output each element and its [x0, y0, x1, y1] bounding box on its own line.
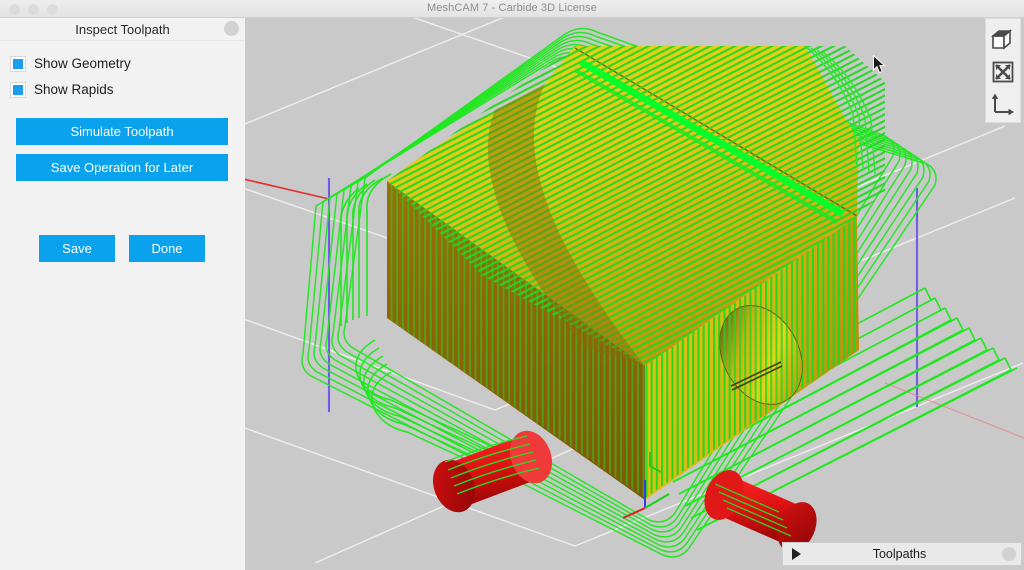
- traffic-light-group: [9, 4, 58, 15]
- window-titlebar: MeshCAM 7 - Carbide 3D License: [0, 0, 1024, 18]
- minimize-button-icon[interactable]: [28, 4, 39, 15]
- save-button[interactable]: Save: [39, 235, 115, 262]
- cube-icon: [991, 29, 1013, 50]
- checkbox-row-show-rapids[interactable]: Show Rapids: [0, 77, 245, 102]
- toolpaths-label: Toolpaths: [872, 547, 927, 561]
- panel-collapse-knob[interactable]: [224, 21, 239, 36]
- save-operation-for-later-button[interactable]: Save Operation for Later: [16, 154, 228, 181]
- simulate-toolpath-button[interactable]: Simulate Toolpath: [16, 118, 228, 145]
- close-button-icon[interactable]: [9, 4, 20, 15]
- done-button[interactable]: Done: [129, 235, 205, 262]
- panel-header: Inspect Toolpath: [0, 18, 245, 40]
- show-geometry-checkbox[interactable]: [11, 56, 25, 71]
- fit-to-window-button[interactable]: [988, 56, 1018, 88]
- show-axes-button[interactable]: [988, 88, 1018, 120]
- window-title: MeshCAM 7 - Carbide 3D License: [427, 2, 597, 14]
- fit-screen-icon: [992, 61, 1014, 83]
- panel-divider: [0, 40, 245, 41]
- page-title: Inspect Toolpath: [75, 21, 170, 37]
- toolpath-render: [245, 18, 1024, 570]
- axes-icon: [991, 93, 1014, 116]
- view-toolbar: [985, 18, 1021, 123]
- isometric-view-button[interactable]: [988, 24, 1018, 56]
- checkbox-row-show-geometry[interactable]: Show Geometry: [0, 51, 245, 76]
- inspect-toolpath-panel: Inspect Toolpath Show Geometry Show Rapi…: [0, 18, 245, 570]
- toolpaths-panel-bar[interactable]: Toolpaths: [782, 542, 1022, 566]
- meshcam-window: MeshCAM 7 - Carbide 3D License Inspect T…: [0, 0, 1024, 570]
- show-rapids-label: Show Rapids: [34, 82, 114, 97]
- show-rapids-checkbox[interactable]: [11, 82, 25, 97]
- toolpaths-resize-knob[interactable]: [1002, 547, 1016, 561]
- 3d-viewport[interactable]: [245, 18, 1024, 570]
- show-geometry-label: Show Geometry: [34, 56, 131, 71]
- zoom-button-icon[interactable]: [47, 4, 58, 15]
